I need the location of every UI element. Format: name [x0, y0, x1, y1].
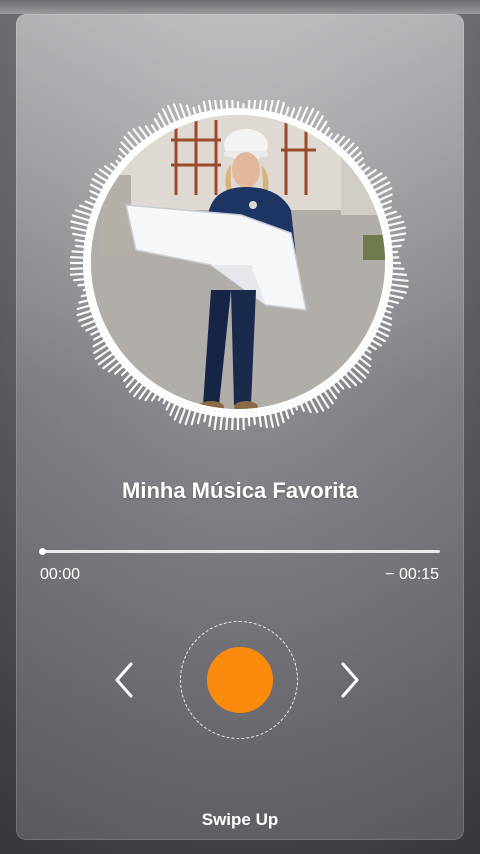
top-strip	[0, 0, 480, 14]
elapsed-time: 00:00	[40, 566, 81, 583]
next-button[interactable]	[330, 656, 370, 704]
play-button[interactable]	[207, 647, 273, 713]
song-title: Minha Música Favorita	[122, 478, 358, 503]
progress-bar[interactable]	[42, 550, 440, 553]
chevron-left-icon	[115, 662, 133, 698]
progress-handle[interactable]	[39, 548, 46, 555]
swipe-up-label[interactable]: Swipe Up	[0, 810, 480, 830]
chevron-right-icon	[341, 662, 359, 698]
previous-button[interactable]	[104, 656, 144, 704]
album-artwork	[88, 112, 388, 412]
remaining-time: − 00:15	[385, 566, 439, 583]
